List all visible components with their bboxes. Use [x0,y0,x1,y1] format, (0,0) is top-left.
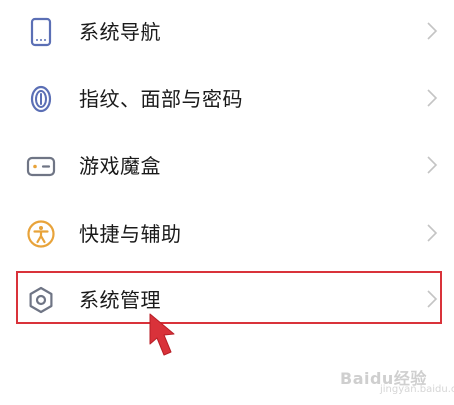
settings-item-system-navigation[interactable]: 系统导航 [0,0,454,66]
chevron-right-icon [425,288,439,310]
accessibility-icon [26,219,56,249]
settings-item-shortcuts-accessibility[interactable]: 快捷与辅助 [0,202,454,268]
settings-page: 系统导航 指纹、面部与密码 游戏魔盒 快捷与辅助 系统管理 Baidu经验 ji… [0,0,454,405]
pointer-arrow-icon [144,312,180,358]
settings-item-label: 游戏魔盒 [79,154,161,178]
watermark-text: Baidu经验 [340,369,427,388]
chevron-right-icon [425,87,439,109]
settings-item-fingerprint-face-password[interactable]: 指纹、面部与密码 [0,67,454,133]
game-box-icon [26,151,56,181]
settings-item-label: 快捷与辅助 [79,222,182,246]
chevron-right-icon [425,20,439,42]
chevron-right-icon [425,154,439,176]
chevron-right-icon [425,222,439,244]
settings-item-label: 系统导航 [79,20,161,44]
watermark-subtext: jingyan.baidu.com [380,384,454,395]
settings-item-label: 系统管理 [79,288,161,312]
fingerprint-icon [26,84,56,114]
settings-item-game-box[interactable]: 游戏魔盒 [0,134,454,200]
phone-navigation-icon [26,17,56,47]
system-management-icon [26,285,56,315]
settings-item-system-management[interactable]: 系统管理 [0,268,454,334]
watermark-logo: Baidu经验 jingyan.baidu.com [330,350,454,400]
settings-item-label: 指纹、面部与密码 [79,87,243,111]
